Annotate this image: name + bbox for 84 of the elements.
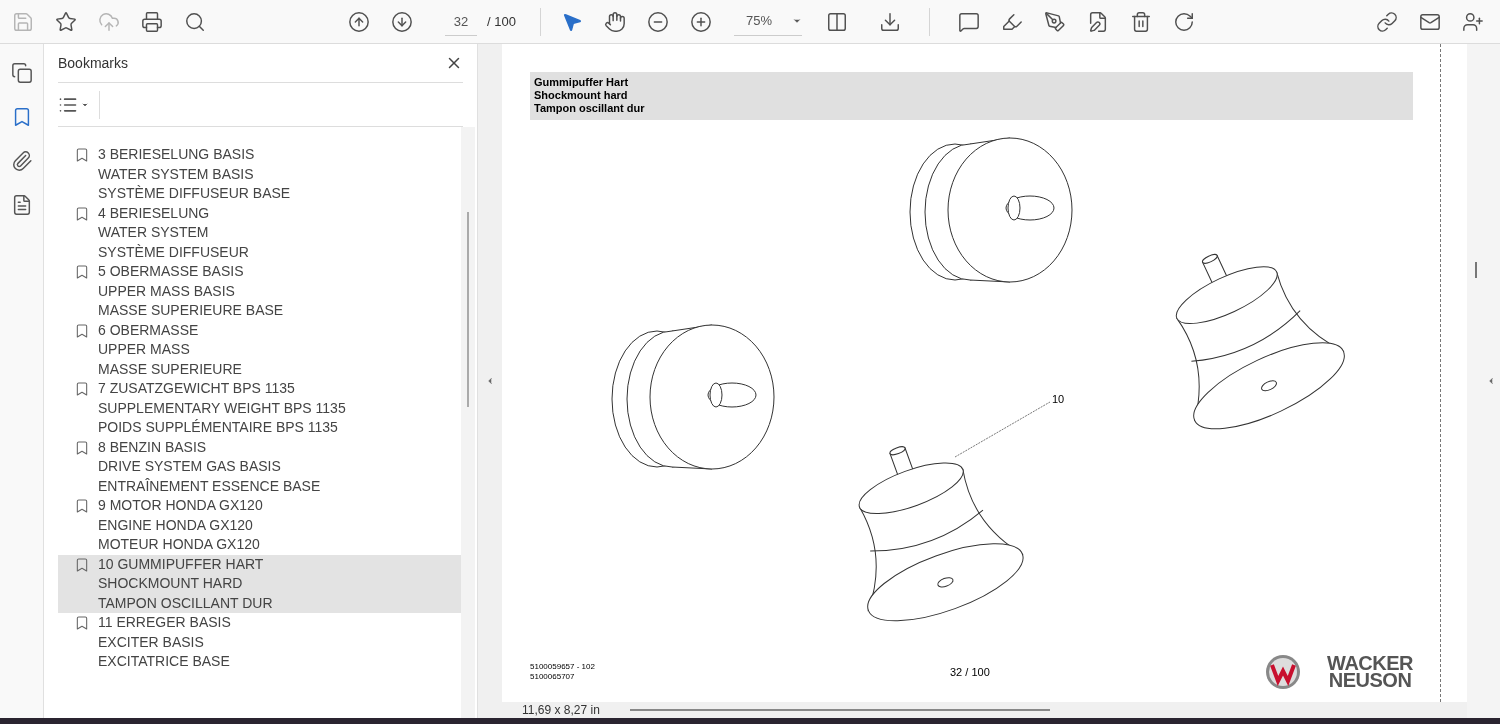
pages-icon-icon xyxy=(10,62,33,84)
logo-icon xyxy=(1265,654,1302,690)
bookmark-label: SYSTÈME DIFFUSEUR xyxy=(98,242,249,262)
part-number: 5100065707 xyxy=(530,672,576,682)
bookmark-label: 3 BERIESELUNG BASIS xyxy=(98,145,256,164)
caret-icon xyxy=(791,16,802,26)
bookmark-label: SYSTÈME DIFFUSEUR BASE xyxy=(98,184,291,203)
search-icon xyxy=(184,10,206,33)
save-icon xyxy=(12,10,34,33)
bookmark-icon xyxy=(74,556,90,573)
page-number: 32 / 100 xyxy=(950,664,990,680)
bookmark-item[interactable]: 9 MOTOR HONDA GX120 ENGINE HONDA GX120 MOTEUR HONDA GX120 xyxy=(58,496,461,555)
bookmark-label: ENGINE HONDA GX120 xyxy=(98,515,254,535)
bookmark-icon xyxy=(74,615,90,631)
bookmark-label: ENTRAÎNEMENT ESSENCE BASE xyxy=(98,476,321,496)
page-number-field[interactable]: 32 xyxy=(445,7,477,36)
bookmark-icon xyxy=(74,498,90,514)
bookmark-item[interactable]: 7 ZUSATZGEWICHT BPS 1135 SUPPLEMENTARY WEIGHT BPS 1135 POIDS SUPPLÉMENTAIRE BPS 1135 xyxy=(58,379,461,438)
bookmark-label: 10 GUMMIPUFFER HART xyxy=(98,554,265,574)
bookmark-label: UPPER MASS xyxy=(98,340,191,359)
add-user-icon xyxy=(1462,10,1484,33)
next-page-icon xyxy=(391,10,413,33)
pen-icon xyxy=(1043,10,1066,33)
download-icon xyxy=(878,10,901,33)
page-total: / 100 xyxy=(487,12,516,31)
bookmark-label: DRIVE SYSTEM GAS BASIS xyxy=(98,457,282,476)
bookmark-item[interactable]: 3 BERIESELUNG BASIS WATER SYSTEM BASIS SYSTÈME DIFFUSEUR BASE xyxy=(58,145,461,204)
bookmark-label: 6 OBERMASSE xyxy=(98,320,200,340)
bookmark-label: 8 BENZIN BASIS xyxy=(98,437,208,457)
bookmark-label: EXCITATRICE BASE xyxy=(98,652,231,671)
bookmark-label: MOTEUR HONDA GX120 xyxy=(98,535,261,554)
bookmark-label: UPPER MASS BASIS xyxy=(98,281,236,301)
trash-icon xyxy=(1129,10,1152,33)
expand-panel-icon[interactable] xyxy=(1486,376,1496,386)
bookmark-icon xyxy=(74,381,90,397)
options-menu-button[interactable] xyxy=(58,90,100,119)
print-icon xyxy=(141,10,163,33)
hand-tool-icon xyxy=(603,10,626,33)
header-text: Tampon oscillant dur xyxy=(534,102,646,115)
bookmark-icon xyxy=(74,264,90,280)
link-icon xyxy=(1376,10,1398,33)
logo-text: WACKER xyxy=(1327,655,1413,672)
bookmark-item[interactable]: 4 BERIESELUNG WATER SYSTEM SYSTÈME DIFFUSEUR xyxy=(58,203,461,262)
panel-title: Bookmarks xyxy=(58,53,129,73)
bookmark-icon xyxy=(74,322,90,339)
bookmark-label: POIDS SUPPLÉMENTAIRE BPS 1135 xyxy=(98,418,339,437)
bookmark-label: 4 BERIESELUNG xyxy=(98,203,211,223)
bookmark-label: MASSE SUPERIEURE xyxy=(98,359,242,379)
bookmark-label: WATER SYSTEM xyxy=(98,223,210,242)
bookmark-label: MASSE SUPERIEURE BASE xyxy=(98,301,284,320)
zoom-in-icon xyxy=(689,10,712,33)
attachment-icon xyxy=(10,150,33,172)
bookmark-item[interactable]: 10 GUMMIPUFFER HART SHOCKMOUNT HARD TAMPON OSCILLANT DUR xyxy=(58,554,461,613)
comment-icon xyxy=(957,10,980,33)
bookmark-label: TAMPON OSCILLANT DUR xyxy=(98,593,273,613)
bookmark-label: WATER SYSTEM BASIS xyxy=(98,164,255,184)
callout-number: 10 xyxy=(1052,392,1065,407)
zoom-dropdown[interactable]: 75% xyxy=(733,7,802,36)
zoom-out-icon xyxy=(646,10,669,33)
bookmark-label: 7 ZUSATZGEWICHT BPS 1135 xyxy=(98,379,296,398)
bookmark-icon xyxy=(74,205,90,222)
bookmark-item[interactable]: 11 ERREGER BASIS EXCITER BASIS EXCITATRICE BASE xyxy=(58,613,461,672)
cloud-upload-icon xyxy=(98,10,120,33)
collapse-panel-icon[interactable] xyxy=(485,376,495,386)
page-fit-icon xyxy=(825,10,848,33)
logo-text: NEUSON xyxy=(1328,672,1412,689)
bookmark-label: SUPPLEMENTARY WEIGHT BPS 1135 xyxy=(98,398,346,418)
bookmark-item[interactable]: 5 OBERMASSE BASIS UPPER MASS BASIS MASSE SUPERIEURE BASE xyxy=(58,262,461,321)
star-icon xyxy=(55,10,77,33)
bookmark-icon xyxy=(74,439,90,456)
bookmark-item[interactable]: 6 OBERMASSE UPPER MASS MASSE SUPERIEURE xyxy=(58,320,461,379)
bookmark-label: 5 OBERMASSE BASIS xyxy=(98,262,245,281)
bookmark-label: SHOCKMOUNT HARD xyxy=(98,574,244,593)
header-text: Shockmount hard xyxy=(534,89,629,102)
page-size: 11,69 x 8,27 in xyxy=(521,702,601,719)
part-number: 5100059657 - 102 xyxy=(530,662,596,672)
previous-page-icon xyxy=(348,10,370,33)
header-text: Gummipuffer Hart xyxy=(534,76,630,89)
bookmark-label: 11 ERREGER BASIS xyxy=(98,613,231,632)
bookmark-label: EXCITER BASIS xyxy=(98,632,205,652)
bookmark-item[interactable]: 8 BENZIN BASIS DRIVE SYSTEM GAS BASIS ENTRAÎNEMENT ESSENCE BASE xyxy=(58,437,461,496)
bookmark-label: 9 MOTOR HONDA GX120 xyxy=(98,496,263,515)
bookmark-icon xyxy=(74,147,90,163)
rotate-icon xyxy=(1172,10,1195,33)
